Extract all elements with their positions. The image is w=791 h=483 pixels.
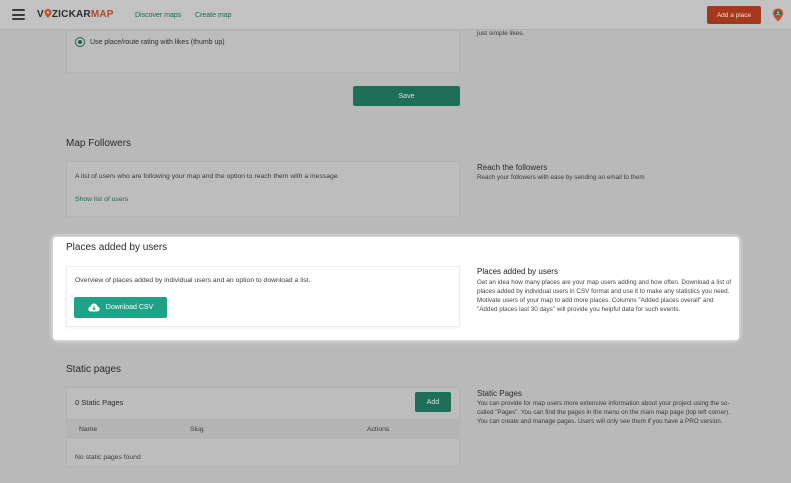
add-static-page-button[interactable]: Add	[415, 392, 451, 412]
followers-description: A list of users who are following your m…	[75, 173, 340, 180]
rating-side-text: just simple likes.	[477, 30, 525, 37]
radio-selected-icon[interactable]	[75, 37, 85, 47]
static-pages-table-header: Name Slug Actions	[66, 419, 460, 439]
user-location-icon[interactable]	[772, 8, 784, 22]
static-pages-section-title: Static pages	[66, 364, 122, 375]
column-actions: Actions	[367, 426, 390, 433]
top-bar: V ZICKARMAP Discover maps Create map Add …	[0, 0, 791, 30]
followers-side-title: Reach the followers	[477, 163, 548, 172]
followers-card	[66, 161, 460, 217]
map-pin-icon	[44, 9, 52, 18]
nav-create-map[interactable]: Create map	[195, 12, 232, 19]
add-place-button[interactable]: Add a place	[707, 6, 761, 24]
column-slug[interactable]: Slug	[190, 426, 204, 433]
rating-likes-option[interactable]: Use place/route rating with likes (thumb…	[75, 37, 225, 47]
cloud-download-icon	[88, 303, 100, 312]
places-section-title: Places added by users	[66, 242, 168, 253]
app-logo[interactable]: V ZICKARMAP	[37, 8, 114, 20]
places-description: Overview of places added by individual u…	[75, 277, 311, 284]
static-pages-count: 0 Static Pages	[75, 398, 124, 407]
rating-likes-label: Use place/route rating with likes (thumb…	[90, 38, 225, 46]
download-csv-label: Download CSV	[105, 304, 154, 311]
save-button[interactable]: Save	[353, 86, 460, 106]
places-side-description: Get an idea how many places are your map…	[477, 279, 732, 313]
nav-discover-maps[interactable]: Discover maps	[135, 12, 181, 19]
static-pages-side-title: Static Pages	[477, 389, 522, 398]
places-side-title: Places added by users	[477, 267, 558, 276]
static-pages-side-description: You can provide for map users more exten…	[477, 400, 731, 425]
followers-side-description: Reach your followers with ease by sendin…	[477, 174, 645, 181]
download-csv-button[interactable]: Download CSV	[74, 297, 167, 318]
column-name[interactable]: Name	[79, 426, 97, 433]
static-pages-empty-message: No static pages found	[75, 454, 141, 461]
places-highlight-panel: Places added by users Overview of places…	[53, 237, 739, 340]
show-users-link[interactable]: Show list of users	[75, 196, 128, 203]
followers-section-title: Map Followers	[66, 138, 132, 149]
hamburger-icon[interactable]	[12, 9, 25, 20]
